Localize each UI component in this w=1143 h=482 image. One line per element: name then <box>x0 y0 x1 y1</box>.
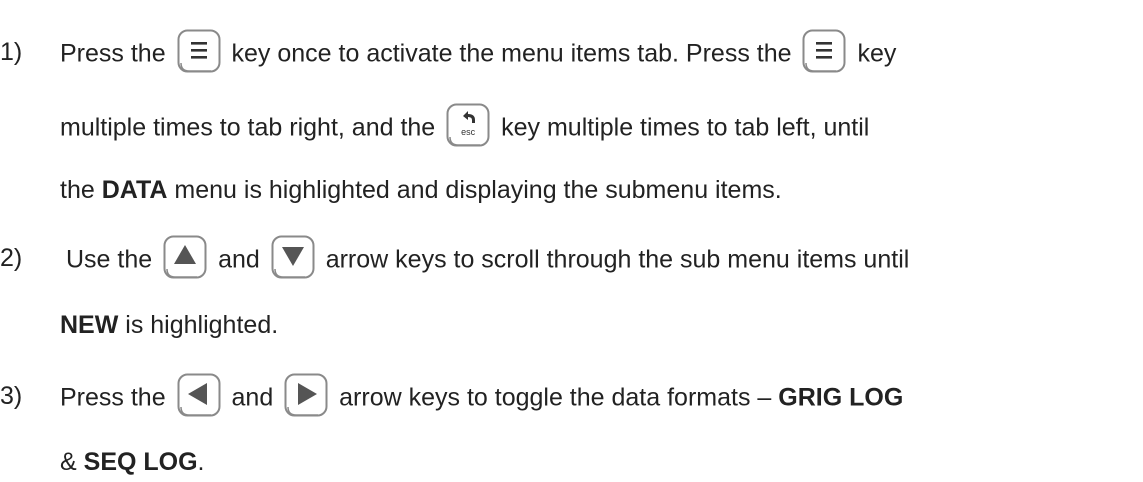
down-arrow-key-icon <box>271 235 315 279</box>
new-item-label: NEW <box>60 311 119 339</box>
step-number: 3) <box>0 382 23 410</box>
step-text: key multiple times to tab left, until <box>501 113 870 142</box>
esc-key-icon: esc <box>446 103 490 147</box>
period: . <box>197 448 205 476</box>
seq-log-label: SEQ LOG <box>83 448 198 476</box>
data-menu-label: DATA <box>101 176 168 204</box>
step-text: the <box>60 176 95 204</box>
left-arrow-key-icon <box>177 373 221 417</box>
step-text: key <box>857 39 897 68</box>
menu-key-icon <box>802 29 846 73</box>
step-text: & <box>60 448 77 476</box>
step-text: arrow keys to toggle the data formats – <box>339 383 772 412</box>
step-text: Use the <box>66 245 153 274</box>
step-text: key once to activate the menu items tab.… <box>231 39 792 68</box>
step-text: is highlighted. <box>125 311 279 339</box>
step-text: multiple times to tab right, and the <box>60 113 436 142</box>
menu-key-icon <box>177 29 221 73</box>
step-text: Press the <box>60 383 166 412</box>
step-text: arrow keys to scroll through the sub men… <box>325 245 910 274</box>
step-text: menu is highlighted and displaying the s… <box>174 176 782 204</box>
step-text: and <box>231 383 274 412</box>
grig-log-label: GRIG LOG <box>778 383 904 412</box>
right-arrow-key-icon <box>284 373 328 417</box>
step-number: 2) <box>0 244 23 272</box>
esc-key-label: esc <box>461 127 476 137</box>
step-text: Press the <box>60 39 166 68</box>
up-arrow-key-icon <box>163 235 207 279</box>
step-number: 1) <box>0 38 23 66</box>
step-text: and <box>218 245 260 274</box>
